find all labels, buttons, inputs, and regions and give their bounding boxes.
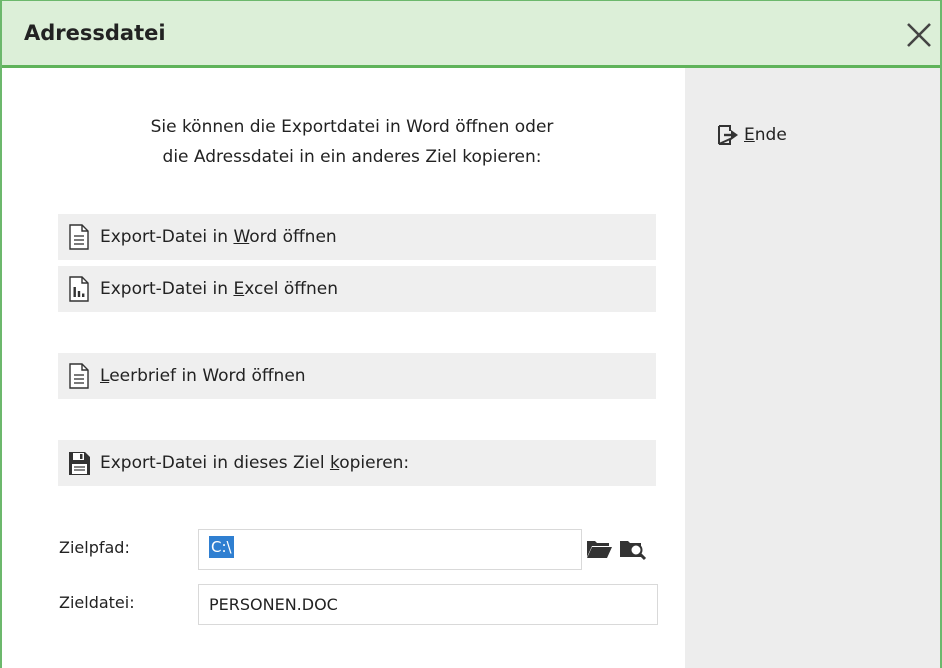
intro-line-1: Sie können die Exportdatei in Word öffne… (150, 117, 554, 137)
open-leerbrief-label: Leerbrief in Word öffnen (100, 366, 306, 386)
document-icon (69, 363, 89, 389)
open-export-word-button[interactable]: Export-Datei in Word öffnen (58, 214, 656, 260)
intro-text: Sie können die Exportdatei in Word öffne… (42, 112, 662, 172)
folder-search-icon[interactable] (619, 535, 647, 561)
chart-document-icon (69, 276, 89, 302)
open-leerbrief-button[interactable]: Leerbrief in Word öffnen (58, 353, 656, 399)
title-bar: Adressdatei (2, 0, 940, 68)
close-icon (907, 23, 931, 47)
document-icon (69, 224, 89, 250)
intro-line-2: die Adressdatei in ein anderes Ziel kopi… (162, 147, 542, 167)
open-export-excel-label: Export-Datei in Excel öffnen (100, 279, 339, 299)
ende-button[interactable]: Ende (717, 120, 787, 150)
zieldatei-label: Zieldatei: (59, 593, 135, 612)
save-icon (69, 452, 90, 475)
close-button[interactable] (902, 18, 936, 52)
zieldatei-input[interactable] (198, 584, 658, 625)
side-panel: Ende (685, 68, 940, 668)
open-export-word-label: Export-Datei in Word öffnen (100, 227, 337, 247)
zielpfad-input[interactable] (198, 529, 582, 570)
open-export-excel-button[interactable]: Export-Datei in Excel öffnen (58, 266, 656, 312)
zielpfad-label: Zielpfad: (59, 538, 130, 557)
dialog-window: Adressdatei Sie können die Exportdatei i… (0, 0, 942, 668)
folder-open-icon[interactable] (585, 535, 613, 561)
exit-icon (718, 125, 738, 145)
copy-export-to-target-button[interactable]: Export-Datei in dieses Ziel kopieren: (58, 440, 656, 486)
window-title: Adressdatei (24, 21, 166, 45)
copy-export-to-target-label: Export-Datei in dieses Ziel kopieren: (100, 453, 410, 473)
ende-label: Ende (744, 125, 787, 145)
